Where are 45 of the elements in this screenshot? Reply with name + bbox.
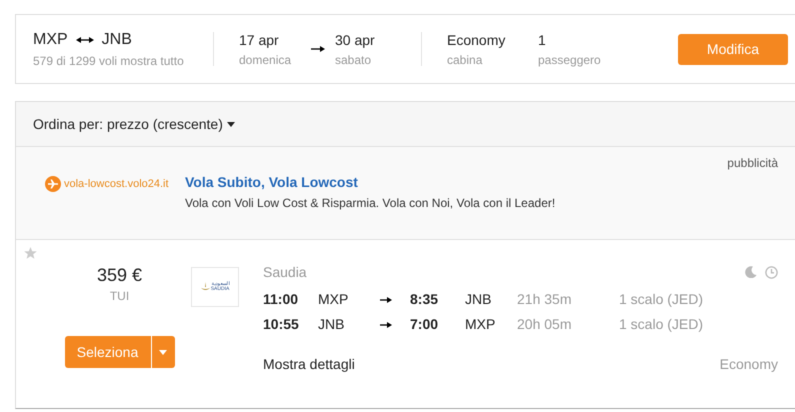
arrow-icon bbox=[380, 296, 392, 304]
provider-name: TUI bbox=[110, 289, 130, 303]
results-count-link[interactable]: 579 di 1299 voli mostra tutto bbox=[33, 54, 213, 68]
caret-icon[interactable] bbox=[226, 122, 235, 126]
passenger-count: 1 bbox=[538, 32, 547, 48]
airport-code: MXP bbox=[465, 316, 496, 332]
airport-code: JNB bbox=[318, 316, 346, 332]
depart-weekday: domenica bbox=[239, 52, 292, 66]
clock-icon bbox=[765, 266, 778, 278]
departure-time: 11:00 bbox=[263, 290, 300, 306]
ad-description: Vola con Voli Low Cost & Risparmia. Vola con Noi, Vola con il Leader! bbox=[185, 196, 556, 210]
origin-code: MXP bbox=[33, 30, 68, 48]
show-details-link[interactable]: Mostra dettagli bbox=[263, 356, 355, 372]
ad-site-link[interactable]: vola-lowcost.volo24.it bbox=[64, 178, 169, 190]
caret-icon bbox=[159, 350, 167, 354]
sort-dropdown[interactable]: prezzo (crescente) bbox=[106, 116, 223, 132]
arrow-icon bbox=[311, 45, 325, 53]
passenger-label: passeggero bbox=[538, 52, 602, 66]
modify-button[interactable]: Modifica bbox=[678, 34, 788, 64]
depart-date: 17 apr bbox=[239, 32, 280, 48]
flight-duration: 20h 05m bbox=[517, 316, 572, 332]
arrival-time: 7:00 bbox=[410, 316, 440, 332]
destination-code: JNB bbox=[102, 30, 132, 48]
flight-duration: 21h 35m bbox=[517, 290, 572, 306]
airplane-icon bbox=[45, 176, 61, 192]
select-button[interactable]: Seleziona bbox=[64, 336, 150, 368]
airline-name: Saudia bbox=[263, 264, 307, 280]
star-icon[interactable] bbox=[24, 247, 37, 259]
cabin-label: cabina bbox=[447, 52, 484, 66]
airport-code: MXP bbox=[318, 290, 350, 306]
arrival-time: 8:35 bbox=[410, 290, 440, 306]
stops-info: 1 scalo (JED) bbox=[619, 316, 704, 332]
sort-label: Ordina per: bbox=[33, 116, 104, 132]
stops-info: 1 scalo (JED) bbox=[619, 290, 704, 306]
return-date: 30 apr bbox=[335, 32, 376, 48]
dropdown-button[interactable] bbox=[150, 336, 174, 368]
arrow-icon bbox=[380, 320, 392, 328]
ad-title-link[interactable]: Vola Subito, Vola Lowcost bbox=[185, 174, 556, 190]
price: 359 € bbox=[96, 265, 142, 286]
ad-label: pubblicità bbox=[727, 156, 778, 170]
cabin-class: Economy bbox=[720, 356, 778, 372]
cabin-value: Economy bbox=[447, 32, 506, 48]
departure-time: 10:55 bbox=[263, 316, 300, 332]
airport-code: JNB bbox=[465, 290, 492, 306]
return-weekday: sabato bbox=[335, 52, 372, 66]
